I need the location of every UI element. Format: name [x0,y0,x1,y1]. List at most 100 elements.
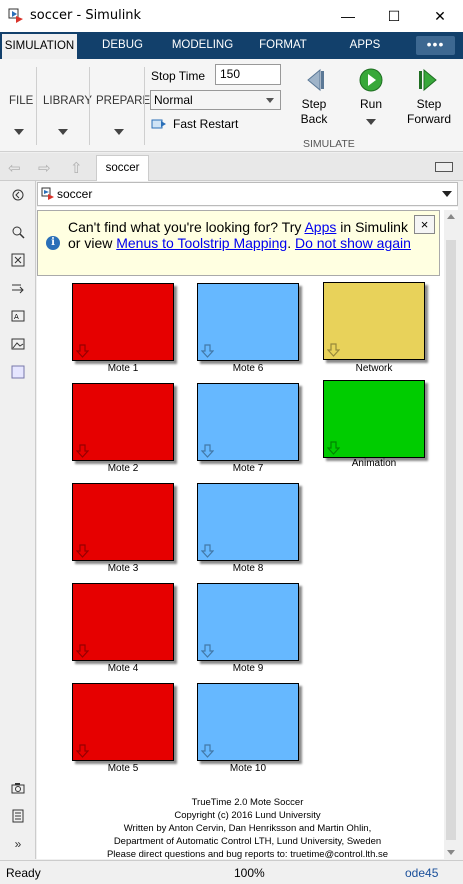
block-label-mote-9: Mote 9 [232,663,264,674]
tab-apps[interactable]: APPS [340,32,390,59]
more-tabs-button[interactable]: ••• [416,36,455,55]
vertical-scrollbar[interactable] [444,210,458,859]
property-inspector-icon[interactable] [10,808,26,824]
arrow-connector-icon[interactable] [10,280,26,296]
block-label-mote-1: Mote 1 [107,363,139,374]
close-infobar-button[interactable]: × [414,215,435,234]
footer-line: Written by Anton Cervin, Dan Henriksson … [123,823,372,834]
info-bar: i Can't find what you're looking for? Tr… [37,210,440,276]
fast-restart-button[interactable]: Fast Restart [151,117,238,131]
tab-modeling[interactable]: MODELING [165,32,240,59]
step-back-label-line1: Step [301,97,327,111]
simulation-mode-select[interactable]: Normal [150,90,281,110]
subsystem-arrow-icon [327,343,340,357]
hide-browser-icon[interactable] [10,187,26,203]
info-separator: . [287,235,295,251]
do-not-show-again-link[interactable]: Do not show again [295,235,411,251]
title-bar: soccer - Simulink — ☐ ✕ [0,0,463,32]
file-menu[interactable]: FILE [9,95,33,107]
image-icon[interactable] [10,336,26,352]
info-message: Can't find what you're looking for? Try … [68,219,413,251]
block-animation[interactable] [323,380,425,458]
block-mote-8[interactable] [197,483,299,561]
subsystem-arrow-icon [327,441,340,455]
chevron-down-icon[interactable] [442,191,452,197]
step-back-label-line2: Back [300,112,328,126]
block-label-mote-4: Mote 4 [107,663,139,674]
block-label-mote-8: Mote 8 [232,563,264,574]
keyboard-icon[interactable] [435,162,453,172]
block-mote-1[interactable] [72,283,174,361]
separator [144,67,145,145]
subsystem-arrow-icon [201,544,214,558]
block-mote-4[interactable] [72,583,174,661]
file-dropdown-icon[interactable] [14,129,24,135]
toolstrip: FILE LIBRARY PREPARE Stop Time 150 Norma… [0,59,463,152]
run-dropdown-icon[interactable] [366,119,376,125]
chevron-down-icon [266,98,274,103]
up-arrow-icon[interactable]: ⇧ [70,159,83,177]
model-icon [41,187,54,200]
block-mote-6[interactable] [197,283,299,361]
toolstrip-tabs: SIMULATION DEBUG MODELING FORMAT APPS ••… [0,32,463,59]
subsystem-arrow-icon [76,444,89,458]
stop-time-input[interactable]: 150 [215,64,281,85]
scrollbar-thumb[interactable] [446,240,456,840]
subsystem-arrow-icon [201,744,214,758]
block-mote-10[interactable] [197,683,299,761]
tab-debug[interactable]: DEBUG [90,32,155,59]
library-dropdown-icon[interactable] [58,129,68,135]
minimize-button[interactable]: — [325,0,371,32]
back-arrow-icon[interactable]: ⇦ [8,159,21,177]
block-mote-2[interactable] [72,383,174,461]
double-chevron-icon[interactable]: » [10,836,26,852]
close-button[interactable]: ✕ [417,0,463,32]
address-bar[interactable]: soccer [37,182,458,206]
step-forward-button[interactable]: Step Forward [404,67,454,127]
tab-simulation[interactable]: SIMULATION [2,32,77,59]
subsystem-arrow-icon [76,544,89,558]
separator [89,67,90,145]
zoom-level: 100% [234,866,265,880]
step-forward-label-line2: Forward [406,112,451,126]
fast-restart-label: Fast Restart [173,117,239,131]
prepare-menu[interactable]: PREPARE [96,95,150,107]
footer-annotation[interactable]: TrueTime 2.0 Mote Soccer Copyright (c) 2… [37,796,458,861]
forward-arrow-icon[interactable]: ⇨ [38,159,51,177]
block-label-mote-6: Mote 6 [232,363,264,374]
area-icon[interactable] [10,364,26,380]
block-label-mote-7: Mote 7 [232,463,264,474]
step-back-button[interactable]: Step Back [293,67,335,127]
block-mote-7[interactable] [197,383,299,461]
footer-line: TrueTime 2.0 Mote Soccer [191,797,304,808]
prepare-dropdown-icon[interactable] [114,129,124,135]
block-mote-3[interactable] [72,483,174,561]
tab-format[interactable]: FORMAT [252,32,314,59]
separator [36,67,37,145]
library-menu[interactable]: LIBRARY [43,95,92,107]
block-mote-9[interactable] [197,583,299,661]
solver-indicator[interactable]: ode45 [405,866,438,880]
maximize-button[interactable]: ☐ [371,0,417,32]
status-bar: Ready 100% ode45 [0,860,463,884]
block-network[interactable] [323,282,425,360]
block-mote-5[interactable] [72,683,174,761]
annotation-icon[interactable]: A [10,308,26,324]
run-button[interactable]: Run [352,67,390,125]
navigation-bar: ⇦ ⇨ ⇧ soccer [0,153,463,181]
apps-link[interactable]: Apps [304,219,336,235]
block-label-mote-2: Mote 2 [107,463,139,474]
block-label-animation: Animation [351,458,397,469]
subsystem-arrow-icon [201,444,214,458]
camera-icon[interactable] [10,780,26,796]
block-palette: A » [0,181,36,859]
zoom-icon[interactable] [10,224,26,240]
model-tab[interactable]: soccer [96,155,149,181]
block-label-mote-3: Mote 3 [107,563,139,574]
info-icon: i [46,236,60,250]
fit-to-view-icon[interactable] [10,252,26,268]
step-back-icon [307,68,324,92]
scroll-up-icon[interactable] [447,214,455,219]
simulate-group-label: SIMULATE [303,138,355,150]
menus-mapping-link[interactable]: Menus to Toolstrip Mapping [116,235,287,251]
